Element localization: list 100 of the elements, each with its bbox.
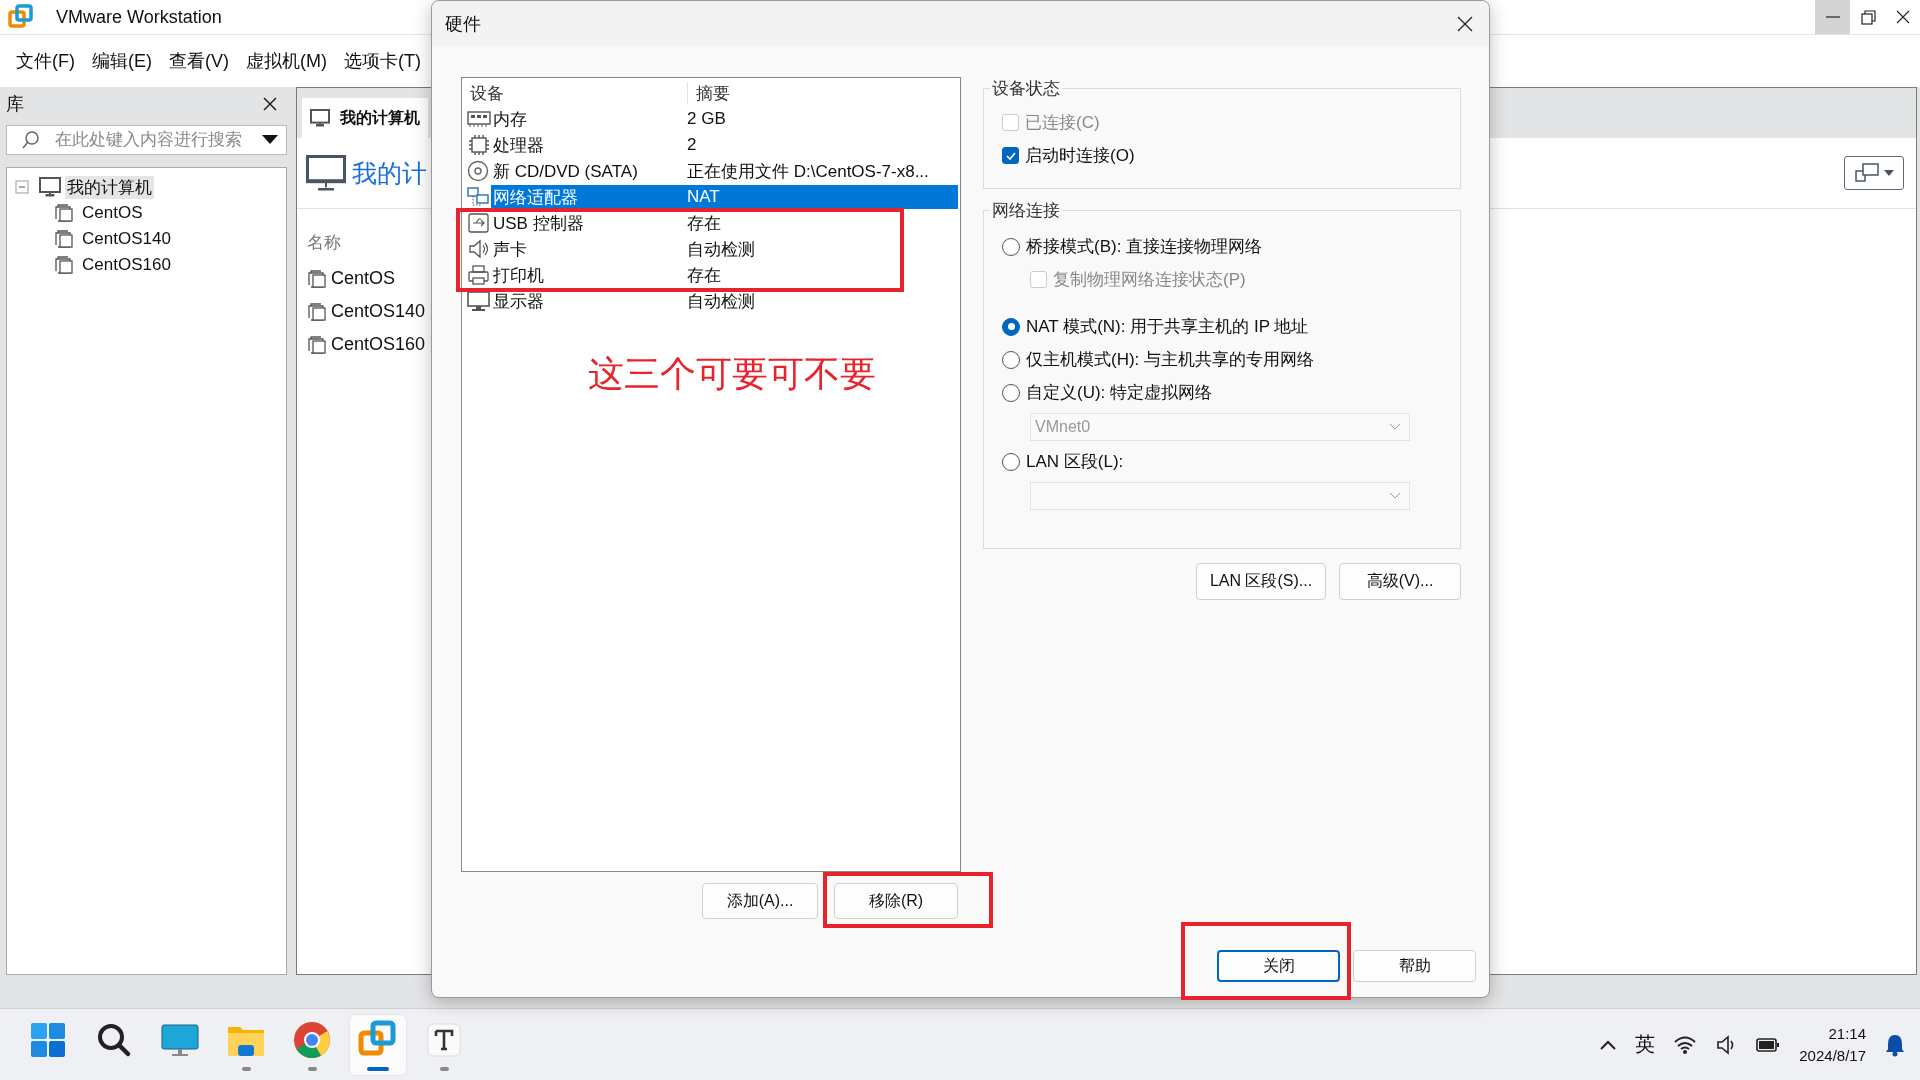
device-summary: NAT [686,187,720,207]
page-heading: 我的计 [352,157,427,189]
search-icon [21,130,41,150]
tree-item[interactable]: CentOS160 [80,255,173,275]
device-row[interactable]: 声卡 自动检测 [491,237,755,261]
dialog-button[interactable]: 高级(V)... [1339,563,1461,600]
radio-label[interactable]: 仅主机模式(H): 与主机共享的专用网络 [1026,348,1315,371]
radio-label[interactable]: 桥接模式(B): 直接连接物理网络 [1026,235,1263,258]
tree-item[interactable]: CentOS140 [80,229,173,249]
tab[interactable]: 我的计算机 [302,98,428,138]
group-title: 设备状态 [991,78,1061,100]
restore-icon [1858,8,1877,26]
column-header: 设备 [466,81,688,105]
device-name: 处理器 [493,134,545,157]
virtual-machine-icon [54,229,74,249]
close-icon[interactable] [1457,15,1473,32]
list-item[interactable]: CentOS140 [331,301,426,322]
menu-item[interactable]: 选项卡(T) [343,49,421,73]
radio-button[interactable] [1002,350,1020,369]
menu-item[interactable]: 虚拟机(M) [246,49,327,73]
device-row[interactable]: 新 CD/DVD (SATA) 正在使用文件 D:\CentOS-7-x8... [491,159,929,183]
device-row[interactable]: 网络适配器 NAT [491,185,958,209]
caret-icon [1884,170,1894,176]
radio-button[interactable] [1002,383,1020,402]
device-summary: 自动检测 [686,238,755,261]
chip-icon [466,133,491,157]
radio-label[interactable]: 自定义(U): 特定虚拟网络 [1026,381,1213,404]
device-name: 新 CD/DVD (SATA) [493,160,639,183]
device-summary: 正在使用文件 D:\CentOS-7-x8... [686,160,929,183]
virtual-machine-icon [54,203,74,223]
virtual-machine-icon [307,268,327,289]
dialog-button[interactable]: 帮助 [1353,950,1476,982]
dialog-button[interactable]: LAN 区段(S)... [1196,563,1326,600]
panel-title: 库 [6,92,24,116]
column-header: 摘要 [696,82,730,105]
clock-date[interactable]: 2024/8/17 [1799,1044,1866,1067]
chevron-icon [1389,423,1401,431]
chevron-up-icon[interactable] [1599,1038,1618,1051]
dialog-button[interactable]: 移除(R) [834,883,958,919]
device-row[interactable]: 处理器 2 [491,133,697,157]
annotation-text: 这三个可要可不要 [588,352,876,396]
device-row[interactable]: 打印机 存在 [491,263,721,287]
radio-button[interactable] [1002,237,1020,256]
group-title: 网络连接 [991,200,1061,222]
dialog-title: 硬件 [445,12,481,36]
device-summary: 存在 [686,212,721,235]
printer-icon [466,263,491,287]
usb-icon [466,211,491,235]
chevron-icon [1389,492,1401,500]
app-logo-icon [8,4,34,30]
dialog-button[interactable]: 添加(A)... [702,883,818,919]
column-header: 名称 [307,232,341,254]
device-row[interactable]: 显示器 自动检测 [491,289,755,313]
radio-button[interactable] [1002,317,1020,336]
view-button[interactable] [1844,156,1904,190]
device-row[interactable]: 内存 2 GB [491,107,726,131]
close-icon[interactable] [263,96,277,111]
device-summary: 2 GB [686,109,726,129]
dropdown-arrow-icon[interactable] [262,135,278,145]
device-summary: 2 [686,135,697,155]
device-name: 显示器 [493,290,545,313]
list-item[interactable]: CentOS160 [331,334,426,355]
minimize-button[interactable] [1815,0,1850,34]
checkbox-label[interactable]: 启动时连接(O) [1025,144,1135,167]
bell-icon[interactable] [1884,1032,1906,1057]
device-name: 内存 [493,108,528,131]
search-field[interactable]: 在此处键入内容进行搜索 [6,125,287,155]
device-name: 打印机 [493,264,545,287]
windows-icon [1854,162,1880,184]
device-row[interactable]: USB 控制器 存在 [491,211,721,235]
wifi-icon[interactable] [1673,1034,1698,1055]
device-name: 声卡 [493,238,528,261]
network-icon [466,185,491,209]
device-summary: 自动检测 [686,290,755,313]
radio-label[interactable]: NAT 模式(N): 用于共享主机的 IP 地址 [1026,315,1309,338]
virtual-machine-icon [307,334,327,355]
list-item[interactable]: CentOS [331,268,396,289]
checkbox[interactable] [1002,147,1019,164]
device-name: USB 控制器 [493,212,585,235]
tree-item[interactable]: 我的计算机 [65,175,154,199]
radio-button[interactable] [1002,452,1020,471]
radio-label[interactable]: LAN 区段(L): [1026,450,1124,473]
menu-item[interactable]: 文件(F) [16,49,75,73]
tree-item[interactable]: CentOS [80,203,145,223]
dialog-button[interactable]: 关闭 [1217,950,1340,982]
disc-icon [466,159,491,183]
device-name: 网络适配器 [493,186,579,209]
window-title: VMware Workstation [56,6,222,28]
clock-time[interactable]: 21:14 [1828,1022,1866,1045]
minimize-icon [1825,16,1840,18]
computer-icon [306,155,346,191]
computer-icon [39,177,61,197]
monitor-icon [466,289,491,313]
computer-icon [310,109,330,127]
device-summary: 存在 [686,264,721,287]
menu-item[interactable]: 编辑(E) [92,49,152,73]
virtual-machine-icon [54,255,74,275]
input-method-indicator[interactable]: 英 [1635,1031,1656,1058]
menu-item[interactable]: 查看(V) [169,49,229,73]
virtual-machine-icon [307,301,327,322]
